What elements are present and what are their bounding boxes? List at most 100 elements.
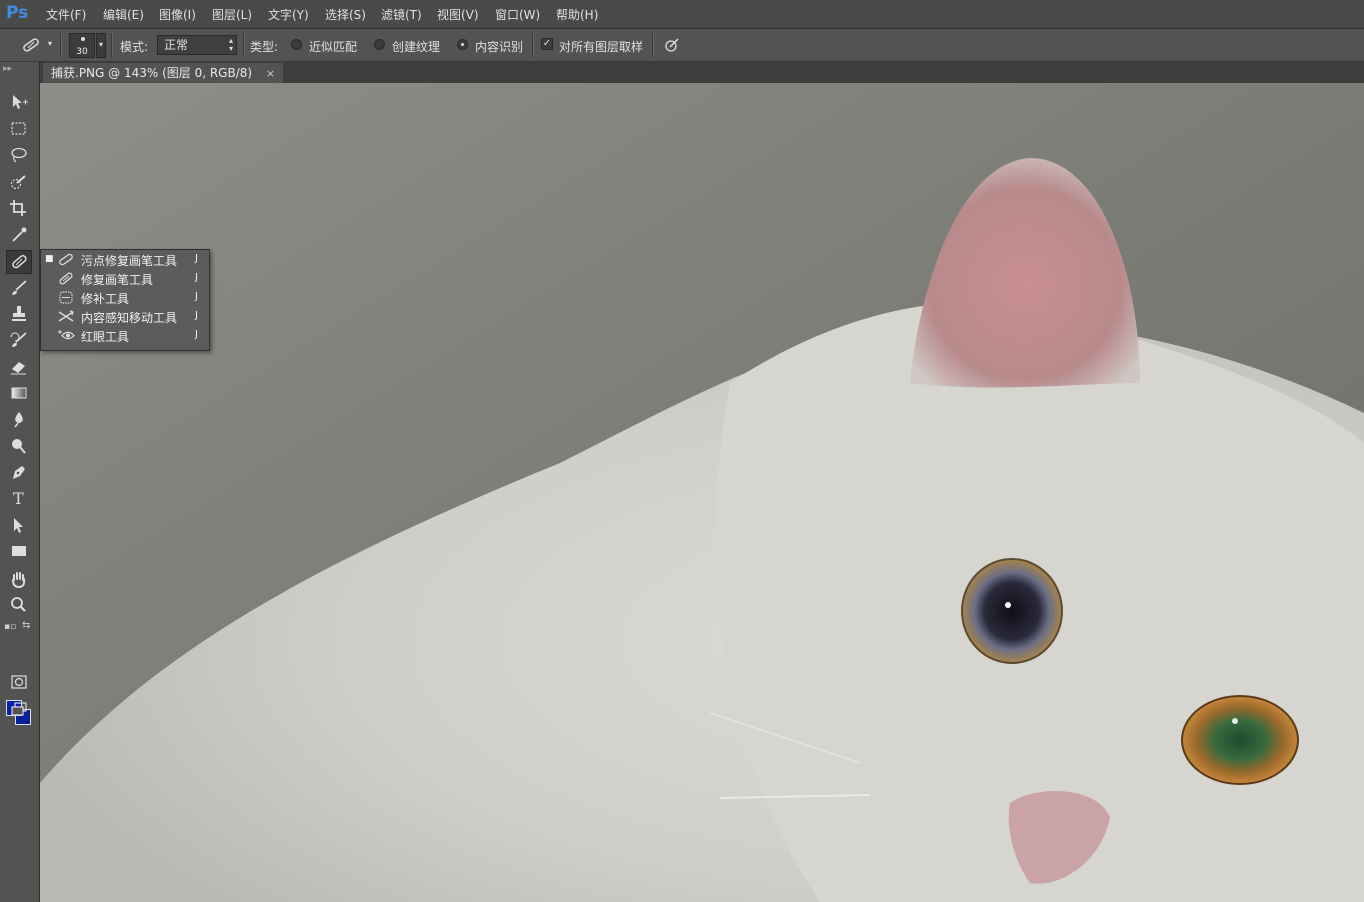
default-colors-icon[interactable]: ▪▫ [4,622,16,632]
blur-tool-icon [14,412,23,428]
menu-type[interactable]: 文字(Y) [268,6,309,23]
screen-mode-button[interactable] [6,697,32,721]
tool-rectangle[interactable] [6,539,32,563]
tool-path-selection[interactable] [6,513,32,537]
tool-crop[interactable] [6,196,32,220]
eyedropper-tool-icon [12,227,27,242]
brush-size-preview[interactable]: 30 [69,33,95,58]
marquee-tool-icon [11,122,26,135]
shortcut-key: J [195,272,198,283]
flyout-label: 修复画笔工具 [81,273,154,287]
tool-quick-selection[interactable] [6,170,32,194]
mode-select[interactable]: 正常 ▴ ▾ [157,35,237,55]
dodge-tool-icon [12,439,26,454]
brush-picker-dropdown[interactable]: ▾ [96,33,106,58]
proximity-match-label[interactable]: 近似匹配 [309,38,357,55]
tool-blur[interactable] [6,407,32,431]
document-tab[interactable]: 捕获.PNG @ 143% (图层 0, RGB/8) × [43,63,284,83]
flyout-item-content-aware-move[interactable]: 内容感知移动工具 J [41,307,209,326]
tool-move[interactable] [6,90,32,114]
shortcut-key: J [195,310,198,321]
shortcut-key: J [195,253,198,264]
flyout-item-spot-healing-brush[interactable]: ■ 污点修复画笔工具 J [41,250,209,269]
tool-clone-stamp[interactable] [6,302,32,326]
gradient-tool-icon [11,387,27,399]
content-aware-label[interactable]: 内容识别 [475,38,523,55]
tool-type[interactable]: T [6,486,32,510]
divider [60,33,62,57]
document-tab-title: 捕获.PNG @ 143% (图层 0, RGB/8) [51,66,253,80]
tool-marquee[interactable] [6,117,32,141]
divider [532,33,534,57]
tool-dodge[interactable] [6,434,32,458]
quick-selection-tool-icon [10,175,26,190]
history-brush-tool-icon [10,332,27,347]
radio-proximity-match[interactable] [291,39,302,50]
document-canvas[interactable] [40,83,1364,902]
flyout-label: 污点修复画笔工具 [81,254,178,268]
spot-healing-brush-icon [23,38,39,52]
healing-brush-icon [59,272,73,285]
menu-image[interactable]: 图像(I) [159,6,196,23]
shortcut-key: J [195,291,198,302]
chevron-down-icon[interactable]: ▾ [48,39,52,48]
screen-mode-icon [11,702,27,716]
collapse-grip-icon[interactable]: ▸▸ [3,64,12,74]
svg-text:T: T [13,489,24,507]
flyout-item-healing-brush[interactable]: 修复画笔工具 J [41,269,209,288]
swap-colors-icon[interactable]: ⇆ [22,620,30,631]
tool-eraser[interactable] [6,355,32,379]
pressure-size-button[interactable] [659,33,685,57]
menu-help[interactable]: 帮助(H) [556,6,598,23]
brush-tip-icon [81,37,85,41]
menu-layer[interactable]: 图层(L) [212,6,252,23]
flyout-item-patch-tool[interactable]: 修补工具 J [41,288,209,307]
pressure-brush-icon [665,38,679,52]
menu-view[interactable]: 视图(V) [437,6,479,23]
radio-create-texture[interactable] [374,39,385,50]
tools-panel: ▸▸ T ▪▫ ⇆ [0,62,40,902]
pen-tool-icon [13,466,25,479]
flyout-label: 修补工具 [81,292,130,306]
brush-tool-icon [12,280,27,295]
close-tab-icon[interactable]: × [266,67,275,80]
menu-window[interactable]: 窗口(W) [495,6,540,23]
flyout-label: 红眼工具 [81,330,130,344]
tool-brush[interactable] [6,276,32,300]
menu-filter[interactable]: 滤镜(T) [381,6,422,23]
rectangle-tool-icon [12,546,26,556]
content-aware-move-icon [58,310,74,322]
tool-hand[interactable] [6,567,32,591]
selected-bullet-icon: ■ [45,254,54,264]
crop-tool-icon [10,200,26,216]
quick-mask-icon [11,675,27,689]
sample-all-layers-checkbox[interactable]: ✓ [541,38,553,50]
divider [652,33,654,57]
radio-content-aware[interactable] [457,39,468,50]
tool-lasso[interactable] [6,143,32,167]
red-eye-tool-icon [58,330,75,340]
move-tool-icon [13,95,28,109]
quick-mask-button[interactable] [6,670,32,694]
menu-select[interactable]: 选择(S) [325,6,366,23]
type-tool-icon: T [13,489,24,507]
patch-tool-icon [59,291,73,304]
photoshop-logo: Ps [6,3,29,23]
menu-edit[interactable]: 编辑(E) [103,6,144,23]
tool-eyedropper[interactable] [6,223,32,247]
options-bar: ▾ 30 ▾ 模式: 正常 ▴ ▾ 类型: 近似匹配 创建纹理 内容识别 ✓ 对所… [0,29,1364,62]
path-selection-tool-icon [14,518,23,533]
tool-zoom[interactable] [6,593,32,617]
tool-gradient[interactable] [6,381,32,405]
sample-all-layers-label[interactable]: 对所有图层取样 [559,38,643,55]
clone-stamp-tool-icon [12,306,26,321]
create-texture-label[interactable]: 创建纹理 [392,38,440,55]
tool-preset-picker[interactable] [18,33,44,57]
tool-pen[interactable] [6,460,32,484]
brush-size-value: 30 [76,47,88,57]
menu-file[interactable]: 文件(F) [46,6,86,23]
tool-spot-healing-brush[interactable] [6,250,32,274]
tool-history-brush[interactable] [6,328,32,352]
spot-healing-brush-icon [59,253,73,266]
flyout-item-red-eye[interactable]: 红眼工具 J [41,326,209,345]
